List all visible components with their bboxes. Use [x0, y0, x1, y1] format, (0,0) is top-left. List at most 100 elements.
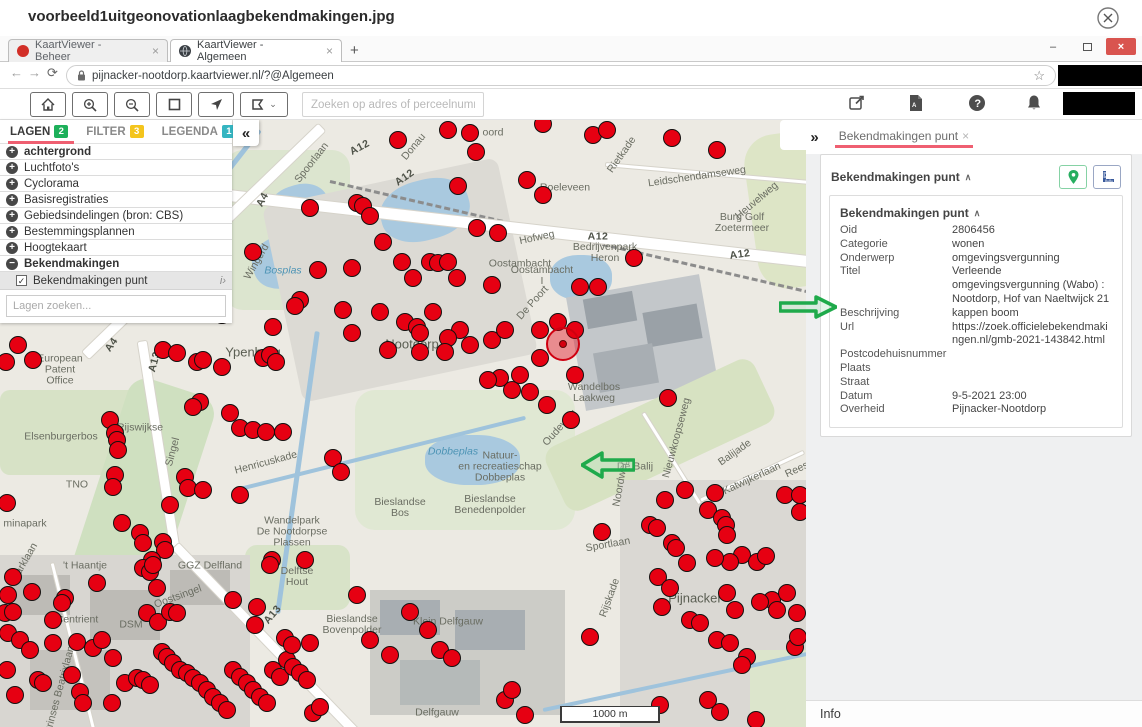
- layer-row[interactable]: +Hoogtekaart: [0, 240, 232, 256]
- announcement-dot[interactable]: [778, 584, 796, 602]
- announcement-dot[interactable]: [676, 481, 694, 499]
- announcement-dot[interactable]: [791, 503, 806, 521]
- announcement-dot[interactable]: [361, 207, 379, 225]
- announcement-dot[interactable]: [332, 463, 350, 481]
- announcement-dot[interactable]: [34, 674, 52, 692]
- announcement-dot[interactable]: [789, 628, 806, 646]
- announcement-dot[interactable]: [706, 484, 724, 502]
- announcement-dot[interactable]: [449, 177, 467, 195]
- browser-tab-beheer[interactable]: KaartViewer - Beheer ×: [8, 39, 168, 62]
- announcement-dot[interactable]: [503, 381, 521, 399]
- announcement-dot[interactable]: [393, 253, 411, 271]
- zoom-out-button[interactable]: [114, 92, 150, 117]
- announcement-dot[interactable]: [311, 698, 329, 716]
- url-bar[interactable]: pijnacker-nootdorp.kaartviewer.nl/?@Alge…: [66, 65, 1056, 86]
- announcement-dot[interactable]: [411, 343, 429, 361]
- announcement-dot[interactable]: [598, 121, 616, 139]
- layer-row[interactable]: −Bekendmakingen: [0, 256, 232, 272]
- announcement-dot[interactable]: [261, 556, 279, 574]
- announcement-dot[interactable]: [343, 324, 361, 342]
- tab-filter[interactable]: FILTER 3: [86, 125, 143, 138]
- announcement-dot[interactable]: [161, 496, 179, 514]
- announcement-dot[interactable]: [562, 411, 580, 429]
- expand-layer-icon[interactable]: +: [6, 210, 18, 222]
- announcement-dot[interactable]: [246, 616, 264, 634]
- expand-layer-icon[interactable]: +: [6, 162, 18, 174]
- expand-layer-icon[interactable]: +: [6, 226, 18, 238]
- announcement-dot[interactable]: [244, 243, 262, 261]
- layer-row[interactable]: +achtergrond: [0, 144, 232, 160]
- announcement-dot[interactable]: [274, 423, 292, 441]
- announcement-dot[interactable]: [148, 579, 166, 597]
- announcement-dot[interactable]: [648, 519, 666, 537]
- announcement-dot[interactable]: [419, 621, 437, 639]
- announcement-dot[interactable]: [134, 534, 152, 552]
- announcement-dot[interactable]: [518, 171, 536, 189]
- tab-bekendmakingen-punt[interactable]: Bekendmakingen punt×: [839, 129, 969, 146]
- announcement-dot[interactable]: [257, 423, 275, 441]
- announcement-dot[interactable]: [439, 121, 457, 139]
- announcement-dot[interactable]: [103, 694, 121, 712]
- announcement-dot[interactable]: [4, 568, 22, 586]
- announcement-dot[interactable]: [531, 321, 549, 339]
- announcement-dot[interactable]: [625, 249, 643, 267]
- reload-icon[interactable]: ⟳: [47, 65, 58, 81]
- announcement-dot[interactable]: [706, 549, 724, 567]
- announcement-dot[interactable]: [516, 706, 534, 724]
- pdf-export-button[interactable]: A: [908, 94, 923, 117]
- announcement-dot[interactable]: [168, 604, 186, 622]
- announcement-dot[interactable]: [218, 701, 236, 719]
- expand-panel-icon[interactable]: »: [810, 129, 818, 146]
- announcement-dot[interactable]: [733, 656, 751, 674]
- forward-icon[interactable]: →: [28, 65, 41, 80]
- announcement-dot[interactable]: [4, 603, 22, 621]
- announcement-dot[interactable]: [678, 554, 696, 572]
- announcement-dot[interactable]: [379, 341, 397, 359]
- announcement-dot[interactable]: [267, 353, 285, 371]
- announcement-dot[interactable]: [21, 641, 39, 659]
- tab-close-icon[interactable]: ×: [312, 44, 333, 58]
- announcement-dot[interactable]: [718, 526, 736, 544]
- announcement-dot[interactable]: [194, 351, 212, 369]
- announcement-dot[interactable]: [708, 141, 726, 159]
- announcement-dot[interactable]: [381, 646, 399, 664]
- announcement-dot[interactable]: [691, 614, 709, 632]
- tab-close-icon[interactable]: ×: [138, 44, 159, 58]
- layer-row[interactable]: +Cyclorama: [0, 176, 232, 192]
- announcement-dot[interactable]: [659, 389, 677, 407]
- announcement-dot[interactable]: [461, 336, 479, 354]
- announcement-dot[interactable]: [343, 259, 361, 277]
- announcement-dot[interactable]: [483, 276, 501, 294]
- announcement-dot[interactable]: [653, 598, 671, 616]
- announcement-dot[interactable]: [0, 494, 16, 512]
- layer-row[interactable]: +Luchtfoto's: [0, 160, 232, 176]
- announcement-dot[interactable]: [361, 631, 379, 649]
- announcement-dot[interactable]: [489, 224, 507, 242]
- announcement-dot[interactable]: [424, 303, 442, 321]
- announcement-dot[interactable]: [531, 349, 549, 367]
- announcement-dot[interactable]: [23, 583, 41, 601]
- expand-layer-icon[interactable]: +: [6, 146, 18, 158]
- sublayer-bekendmakingen-punt[interactable]: ✓ Bekendmakingen punt i›: [0, 272, 232, 290]
- announcement-dot[interactable]: [721, 634, 739, 652]
- announcement-dot[interactable]: [496, 321, 514, 339]
- announcement-dot[interactable]: [296, 551, 314, 569]
- zoom-to-location-button[interactable]: [1059, 165, 1087, 189]
- close-icon[interactable]: [1096, 6, 1120, 30]
- help-button[interactable]: ?: [968, 94, 986, 117]
- announcement-dot[interactable]: [301, 634, 319, 652]
- announcement-dot[interactable]: [521, 383, 539, 401]
- announcement-dot[interactable]: [461, 124, 479, 142]
- checkbox-checked-icon[interactable]: ✓: [16, 275, 27, 286]
- announcement-dot[interactable]: [44, 634, 62, 652]
- announcement-dot[interactable]: [283, 636, 301, 654]
- layer-zoom-icon[interactable]: i›: [220, 275, 226, 287]
- announcement-dot[interactable]: [443, 649, 461, 667]
- collapse-layer-icon[interactable]: −: [6, 258, 18, 270]
- announcement-dot[interactable]: [726, 601, 744, 619]
- announcement-dot[interactable]: [88, 574, 106, 592]
- announcement-dot[interactable]: [538, 396, 556, 414]
- announcement-dot[interactable]: [53, 594, 71, 612]
- zoom-in-button[interactable]: [72, 92, 108, 117]
- announcement-dot[interactable]: [389, 131, 407, 149]
